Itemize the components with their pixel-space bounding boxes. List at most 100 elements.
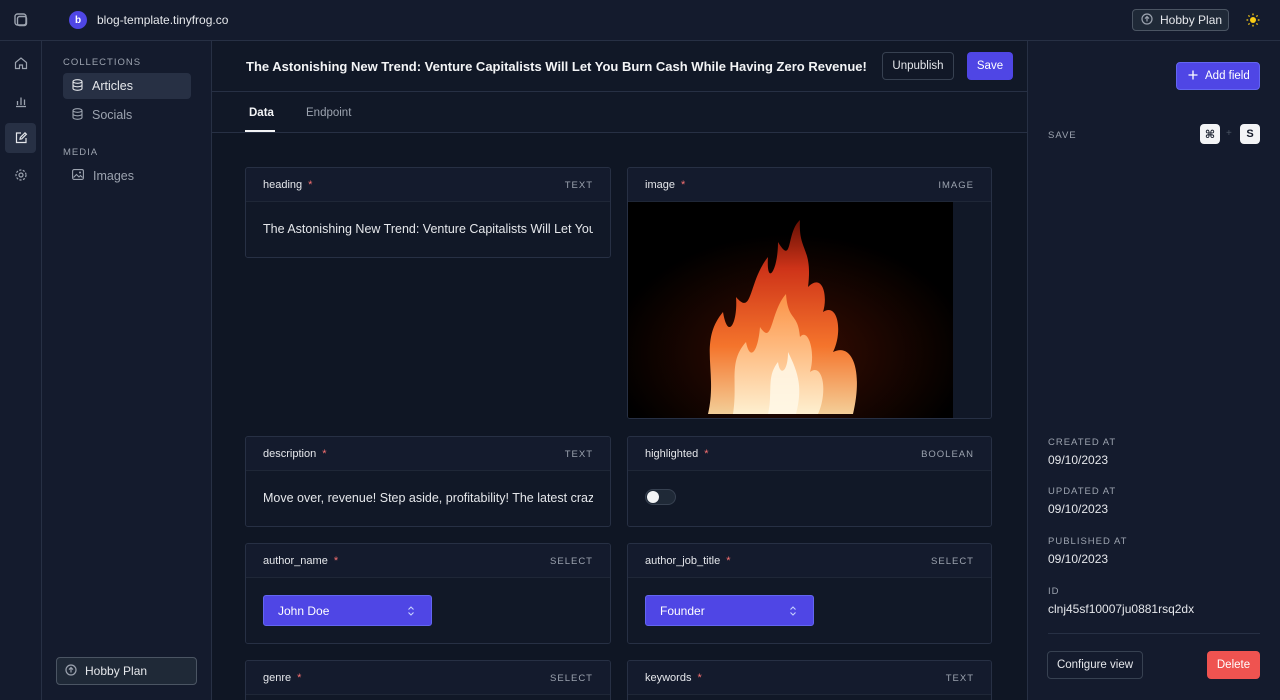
field-label: genre (263, 672, 292, 684)
document-title: The Astonishing New Trend: Venture Capit… (246, 59, 867, 74)
command-key-icon: ⌘ (1200, 124, 1220, 144)
field-type-badge: TEXT (945, 673, 974, 684)
sidebar-item-images[interactable]: Images (63, 163, 191, 189)
media-heading: MEDIA (63, 147, 99, 158)
field-label: author_job_title (645, 555, 721, 567)
field-label: description (263, 448, 317, 460)
field-type-badge: SELECT (550, 673, 593, 684)
author-job-title-select[interactable]: Founder (645, 595, 814, 626)
field-image: image * IMAGE (627, 167, 992, 419)
field-keywords: keywords * TEXT (627, 660, 992, 700)
field-label: keywords (645, 672, 692, 684)
image-preview[interactable] (628, 202, 953, 418)
delete-button[interactable]: Delete (1207, 651, 1260, 679)
select-value: John Doe (278, 603, 330, 618)
field-label: image (645, 179, 675, 191)
required-marker: * (322, 448, 327, 460)
field-type-badge: BOOLEAN (921, 449, 974, 460)
highlighted-toggle[interactable] (645, 489, 676, 505)
document-details-panel: Add field SAVE ⌘ + S CREATED AT 09/10/20… (1027, 41, 1280, 700)
toggle-knob (647, 491, 659, 503)
save-button[interactable]: Save (967, 52, 1013, 80)
created-at-value: 09/10/2023 (1048, 453, 1109, 467)
id-label: ID (1048, 586, 1060, 597)
collections-sidebar: COLLECTIONS Articles Socials MEDIA Image… (42, 41, 212, 700)
created-at-label: CREATED AT (1048, 437, 1117, 448)
sidebar-item-label: Articles (92, 79, 133, 93)
field-author-name: author_name * SELECT John Doe (245, 543, 611, 644)
sidebar-item-label: Images (93, 169, 134, 183)
field-description: description * TEXT Move over, revenue! St… (245, 436, 611, 527)
required-marker: * (308, 179, 313, 191)
select-value: Founder (660, 603, 705, 618)
required-marker: * (333, 555, 339, 567)
tab-data[interactable]: Data (249, 107, 274, 119)
author-name-select[interactable]: John Doe (263, 595, 432, 626)
image-icon (72, 169, 84, 183)
database-icon (72, 107, 83, 123)
field-label: heading (263, 179, 303, 191)
updated-at-value: 09/10/2023 (1048, 502, 1109, 516)
upgrade-arrow-icon (1141, 12, 1153, 28)
active-tab-indicator (245, 130, 275, 132)
id-value: clnj45sf10007ju0881rsq2dx (1048, 602, 1195, 616)
add-field-button[interactable]: Add field (1176, 62, 1260, 90)
plus-icon (1188, 70, 1198, 83)
upgrade-arrow-icon (65, 663, 77, 679)
configure-view-button[interactable]: Configure view (1047, 651, 1143, 679)
tabs: Data Endpoint (212, 92, 1027, 133)
chevron-up-down-icon (789, 605, 797, 617)
field-heading: heading * TEXT The Astonishing New Trend:… (245, 167, 611, 258)
field-type-badge: SELECT (931, 556, 974, 567)
tab-endpoint[interactable]: Endpoint (306, 107, 351, 119)
workspace-avatar[interactable]: b (69, 11, 87, 29)
database-icon (72, 78, 83, 94)
field-type-badge: TEXT (564, 449, 593, 460)
hobby-plan-label: Hobby Plan (85, 664, 148, 678)
s-key-badge: S (1240, 124, 1260, 144)
field-label: author_name (263, 555, 328, 567)
sun-icon[interactable] (1245, 12, 1261, 28)
hobby-plan-label: Hobby Plan (1160, 13, 1223, 27)
document-header: The Astonishing New Trend: Venture Capit… (212, 41, 1027, 92)
field-genre: genre * SELECT (245, 660, 611, 700)
published-at-value: 09/10/2023 (1048, 552, 1109, 566)
required-marker: * (680, 179, 686, 191)
sidebar-item-socials[interactable]: Socials (63, 102, 191, 128)
description-input[interactable]: Move over, revenue! Step aside, profitab… (263, 491, 593, 505)
required-marker: * (297, 672, 302, 684)
hobby-plan-button[interactable]: Hobby Plan (1132, 9, 1229, 31)
app-switcher-icon[interactable] (13, 12, 29, 28)
sidebar-item-articles[interactable]: Articles (63, 73, 191, 99)
workspace-name[interactable]: blog-template.tinyfrog.co (97, 13, 228, 27)
unpublish-button[interactable]: Unpublish (882, 52, 954, 80)
field-type-badge: IMAGE (938, 180, 974, 191)
icon-rail (0, 41, 42, 700)
shortcut-plus: + (1226, 128, 1232, 139)
published-at-label: PUBLISHED AT (1048, 536, 1128, 547)
settings-gear-icon[interactable] (5, 160, 36, 190)
field-highlighted: highlighted * BOOLEAN (627, 436, 992, 527)
field-type-badge: TEXT (564, 180, 593, 191)
content-editor-icon[interactable] (5, 123, 36, 153)
add-field-label: Add field (1205, 70, 1250, 82)
field-author-job-title: author_job_title * SELECT Founder (627, 543, 992, 644)
fire-image (628, 202, 953, 418)
required-marker: * (726, 555, 731, 567)
field-label: highlighted (645, 448, 699, 460)
heading-input[interactable]: The Astonishing New Trend: Venture Capit… (263, 222, 593, 236)
analytics-icon[interactable] (5, 86, 36, 116)
divider (1048, 633, 1260, 634)
required-marker: * (697, 672, 702, 684)
home-icon[interactable] (5, 48, 36, 78)
field-type-badge: SELECT (550, 556, 593, 567)
hobby-plan-sidebar-button[interactable]: Hobby Plan (56, 657, 197, 685)
fields-grid: heading * TEXT The Astonishing New Trend:… (212, 133, 1027, 700)
collections-heading: COLLECTIONS (63, 57, 142, 68)
required-marker: * (704, 448, 709, 460)
save-shortcut-label: SAVE (1048, 130, 1077, 141)
chevron-up-down-icon (407, 605, 415, 617)
top-bar: b blog-template.tinyfrog.co Hobby Plan (0, 0, 1280, 41)
document-editor: The Astonishing New Trend: Venture Capit… (212, 41, 1027, 700)
sidebar-item-label: Socials (92, 108, 133, 122)
